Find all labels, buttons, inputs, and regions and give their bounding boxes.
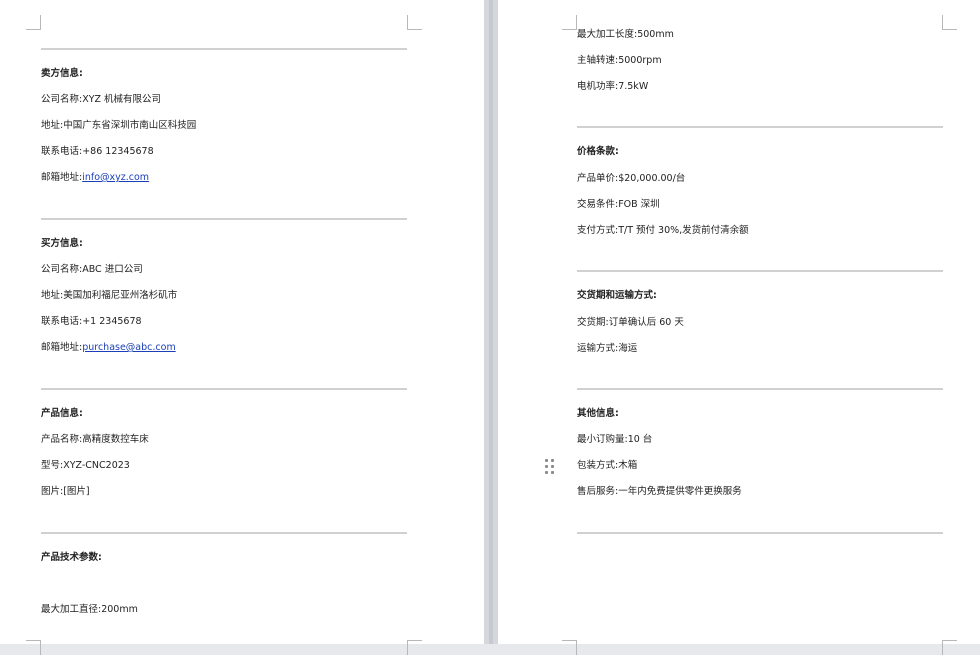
other-moq-line: 最小订购量:10 台: [577, 433, 652, 447]
page-corner-mark: [407, 640, 422, 655]
document-page-right[interactable]: 最大加工长度:500mm 主轴转速:5000rpm 电机功率:7.5kW 价格条…: [498, 0, 980, 655]
buyer-address-label: 地址:: [41, 290, 64, 301]
buyer-phone-line: 联系电话:+1 2345678: [41, 315, 142, 329]
other-moq-label: 最小订购量:: [577, 434, 628, 445]
document-page-left[interactable]: 卖方信息: 公司名称:XYZ 机械有限公司 地址:中国广东省深圳市南山区科技园 …: [0, 0, 484, 655]
other-packing-label: 包装方式:: [577, 460, 619, 471]
price-unit-label: 产品单价:: [577, 173, 619, 184]
product-heading: 产品信息:: [41, 408, 83, 419]
product-model-value: XYZ-CNC2023: [63, 460, 130, 471]
price-heading: 价格条款:: [577, 146, 619, 157]
page-corner-mark: [942, 15, 957, 30]
seller-phone-label: 联系电话:: [41, 146, 83, 157]
seller-heading: 卖方信息:: [41, 68, 83, 79]
other-service-label: 售后服务:: [577, 486, 619, 497]
buyer-phone-label: 联系电话:: [41, 316, 83, 327]
seller-phone-line: 联系电话:+86 12345678: [41, 145, 154, 159]
buyer-email-link[interactable]: purchase@abc.com: [82, 342, 176, 353]
buyer-company-line: 公司名称:ABC 进口公司: [41, 263, 143, 277]
product-image-placeholder: [图片]: [63, 486, 90, 497]
buyer-email-label: 邮箱地址:: [41, 342, 83, 353]
delivery-time-line: 交货期:订单确认后 60 天: [577, 316, 684, 330]
delivery-time-label: 交货期:: [577, 317, 609, 328]
section-divider: [577, 532, 943, 534]
product-model-label: 型号:: [41, 460, 64, 471]
buyer-company-label: 公司名称:: [41, 264, 83, 275]
product-name-value: 高精度数控车床: [82, 434, 149, 445]
page-corner-mark: [407, 15, 422, 30]
delivery-heading: 交货期和运输方式:: [577, 290, 657, 301]
spec-max-length-value: 500mm: [637, 29, 674, 40]
section-divider: [41, 218, 407, 220]
seller-email-link[interactable]: info@xyz.com: [82, 172, 149, 183]
delivery-transport-value: 海运: [618, 343, 638, 354]
other-service-value: 一年内免费提供零件更换服务: [618, 486, 742, 497]
block-drag-handle-icon[interactable]: [545, 459, 555, 475]
section-divider: [577, 270, 943, 272]
seller-company-value: XYZ 机械有限公司: [82, 94, 162, 105]
spec-motor-label: 电机功率:: [577, 81, 619, 92]
product-name-line: 产品名称:高精度数控车床: [41, 433, 149, 447]
delivery-transport-label: 运输方式:: [577, 343, 619, 354]
page-corner-mark: [562, 15, 577, 30]
spec-spindle-value: 5000rpm: [618, 55, 662, 66]
other-packing-line: 包装方式:木箱: [577, 459, 637, 473]
price-terms-label: 交易条件:: [577, 199, 619, 210]
page-gutter: [484, 0, 498, 644]
section-divider: [577, 126, 943, 128]
spec-spindle-label: 主轴转速:: [577, 55, 619, 66]
price-terms-value: FOB 深圳: [618, 199, 660, 210]
spec-max-diameter-value: 200mm: [101, 604, 138, 615]
page-corner-mark: [26, 15, 41, 30]
spec-max-length-label: 最大加工长度:: [577, 29, 638, 40]
spec-max-diameter-label: 最大加工直径:: [41, 604, 102, 615]
buyer-company-value: ABC 进口公司: [82, 264, 143, 275]
product-model-line: 型号:XYZ-CNC2023: [41, 459, 130, 473]
product-name-label: 产品名称:: [41, 434, 83, 445]
spec-max-diameter-line: 最大加工直径:200mm: [41, 603, 138, 617]
page-corner-mark: [942, 640, 957, 655]
buyer-heading: 买方信息:: [41, 238, 83, 249]
delivery-transport-line: 运输方式:海运: [577, 342, 637, 356]
other-moq-value: 10 台: [627, 434, 653, 445]
specs-heading: 产品技术参数:: [41, 552, 102, 563]
buyer-address-value: 美国加利福尼亚州洛杉矶市: [63, 290, 178, 301]
price-payment-value: T/T 预付 30%,发货前付清余额: [618, 225, 749, 236]
product-image-line: 图片:[图片]: [41, 485, 90, 499]
other-packing-value: 木箱: [618, 460, 638, 471]
seller-address-line: 地址:中国广东省深圳市南山区科技园: [41, 119, 196, 133]
seller-address-label: 地址:: [41, 120, 64, 131]
price-payment-line: 支付方式:T/T 预付 30%,发货前付清余额: [577, 224, 749, 238]
spec-motor-value: 7.5kW: [618, 81, 649, 92]
section-divider: [41, 532, 407, 534]
page-corner-mark: [562, 640, 577, 655]
seller-phone-value: +86 12345678: [82, 146, 154, 157]
delivery-time-value: 订单确认后 60 天: [608, 317, 684, 328]
price-unit-value: $20,000.00/台: [618, 173, 686, 184]
other-service-line: 售后服务:一年内免费提供零件更换服务: [577, 485, 742, 499]
section-divider: [41, 388, 407, 390]
seller-company-line: 公司名称:XYZ 机械有限公司: [41, 93, 161, 107]
page-corner-mark: [26, 640, 41, 655]
other-heading: 其他信息:: [577, 408, 619, 419]
buyer-phone-value: +1 2345678: [82, 316, 142, 327]
seller-company-label: 公司名称:: [41, 94, 83, 105]
spec-motor-line: 电机功率:7.5kW: [577, 80, 648, 94]
section-divider: [577, 388, 943, 390]
spec-max-length-line: 最大加工长度:500mm: [577, 28, 674, 42]
buyer-email-line: 邮箱地址:purchase@abc.com: [41, 341, 176, 355]
seller-address-value: 中国广东省深圳市南山区科技园: [63, 120, 197, 131]
product-image-label: 图片:: [41, 486, 64, 497]
buyer-address-line: 地址:美国加利福尼亚州洛杉矶市: [41, 289, 177, 303]
seller-email-line: 邮箱地址:info@xyz.com: [41, 171, 149, 185]
price-terms-line: 交易条件:FOB 深圳: [577, 198, 660, 212]
section-divider: [41, 48, 407, 50]
price-payment-label: 支付方式:: [577, 225, 619, 236]
spec-spindle-line: 主轴转速:5000rpm: [577, 54, 662, 68]
seller-email-label: 邮箱地址:: [41, 172, 83, 183]
price-unit-line: 产品单价:$20,000.00/台: [577, 172, 685, 186]
